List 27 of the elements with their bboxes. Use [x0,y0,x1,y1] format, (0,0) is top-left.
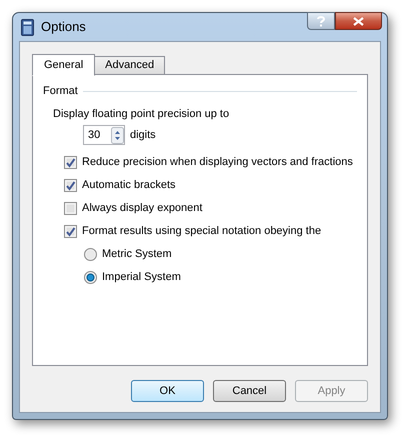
radio-button[interactable] [84,271,97,284]
option-label: Format results using special notation obeying the [82,224,322,240]
checkbox[interactable] [64,202,77,215]
group-title: Format [43,84,78,99]
unit-label: digits [130,128,156,143]
checkbox[interactable] [64,156,77,169]
option-label: Imperial System [102,270,181,286]
checkbox[interactable] [64,225,77,238]
option-label: Reduce precision when displaying vectors and fractions [82,155,353,170]
tab[interactable]: General [32,54,96,76]
dialog-button[interactable]: OK [131,380,204,402]
tab[interactable]: Advanced [95,56,166,75]
close-button[interactable] [335,12,382,30]
radio-button[interactable] [84,248,97,261]
option-label: Always display exponent [82,201,202,216]
close-icon [353,16,364,26]
checkbox[interactable] [64,179,77,192]
precision-label: Display floating point precision up to [53,106,230,122]
calculator-icon [21,18,34,36]
option-label: Automatic brackets [82,178,176,194]
precision-spinner[interactable]: 30 [83,125,125,145]
window-title: Options [41,18,86,36]
spin-arrows-icon [111,126,124,144]
help-button[interactable] [307,12,335,30]
dialog-button[interactable]: Cancel [213,380,286,402]
question-icon [317,16,325,26]
option-label: Metric System [102,247,172,262]
